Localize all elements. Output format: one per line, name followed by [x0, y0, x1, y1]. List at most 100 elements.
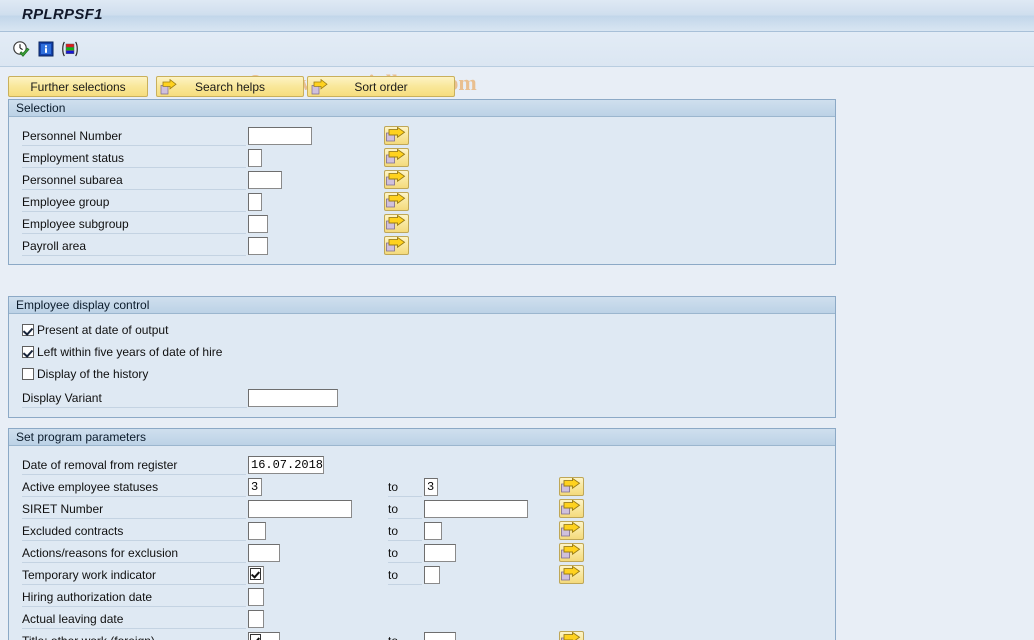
field-row: Personnel subarea	[9, 170, 835, 192]
field-label: SIRET Number	[22, 502, 104, 516]
to-separator	[388, 496, 422, 497]
multiple-selection-button[interactable]	[384, 148, 409, 167]
field-label: Employment status	[22, 151, 125, 165]
field-input[interactable]	[248, 566, 264, 584]
to-label: to	[388, 546, 399, 560]
set-program-parameters-panel: Set program parameters Date of removal f…	[8, 428, 836, 640]
page-title: RPLRPSF1	[22, 6, 103, 23]
field-label: Temporary work indicator	[22, 568, 157, 582]
checkbox-row[interactable]: Present at date of output	[22, 321, 168, 339]
field-input[interactable]	[248, 149, 262, 167]
multiple-selection-button[interactable]	[559, 521, 584, 540]
field-label: Payroll area	[22, 239, 87, 253]
multiple-selection-button[interactable]	[559, 631, 584, 640]
field-input[interactable]	[248, 632, 280, 640]
field-label: Actions/reasons for exclusion	[22, 546, 179, 560]
to-separator	[388, 518, 422, 519]
checkbox[interactable]	[22, 324, 34, 336]
field-separator	[22, 189, 246, 190]
selection-panel-title: Selection	[9, 100, 835, 117]
multiple-selection-button[interactable]	[384, 214, 409, 233]
field-input[interactable]: 3	[248, 478, 262, 496]
checkbox-label: Present at date of output	[37, 323, 169, 337]
checkbox[interactable]	[22, 368, 34, 380]
multiple-selection-button[interactable]	[384, 126, 409, 145]
checkbox-row[interactable]: Display of the history	[22, 365, 148, 383]
sort-order-button[interactable]: Sort order	[307, 76, 455, 97]
field-label: Employee subgroup	[22, 217, 129, 231]
sort-order-label: Sort order	[354, 79, 408, 94]
field-value: 16.07.2018	[251, 458, 324, 472]
field-input[interactable]	[248, 127, 312, 145]
to-label: to	[388, 480, 399, 494]
field-input[interactable]	[248, 588, 264, 606]
further-selections-button[interactable]: Further selections	[8, 76, 148, 97]
info-icon[interactable]	[35, 38, 57, 60]
field-value: 3	[251, 480, 259, 494]
color-bars-icon[interactable]	[59, 38, 81, 60]
field-row: Actual leaving date	[9, 609, 835, 631]
field-input[interactable]: 16.07.2018	[248, 456, 324, 474]
field-row: Personnel Number	[9, 126, 835, 148]
to-label: to	[388, 524, 399, 538]
multiple-selection-button[interactable]	[559, 565, 584, 584]
field-separator	[22, 496, 246, 497]
employee-display-control-panel: Employee display control Present at date…	[8, 296, 836, 418]
multiple-selection-button[interactable]	[384, 236, 409, 255]
checkbox-row[interactable]: Left within five years of date of hire	[22, 343, 222, 361]
search-helps-button[interactable]: Search helps	[156, 76, 304, 97]
field-row: SIRET Number to	[9, 499, 835, 521]
execute-icon[interactable]	[10, 38, 32, 60]
field-input[interactable]	[248, 171, 282, 189]
field-row: Employee subgroup	[9, 214, 835, 236]
field-separator	[22, 540, 246, 541]
field-row: Actions/reasons for exclusion to	[9, 543, 835, 565]
field-separator	[22, 145, 246, 146]
window-title-bar: RPLRPSF1	[0, 0, 1034, 32]
multiple-selection-button[interactable]	[559, 499, 584, 518]
to-field-input[interactable]	[424, 500, 528, 518]
field-label: Personnel Number	[22, 129, 123, 143]
field-separator	[22, 584, 246, 585]
field-input[interactable]	[248, 193, 262, 211]
search-helps-label: Search helps	[194, 79, 266, 94]
to-separator	[388, 540, 422, 541]
checkbox[interactable]	[22, 346, 34, 358]
field-input[interactable]	[248, 237, 268, 255]
field-label: Hiring authorization date	[22, 590, 153, 604]
to-field-input[interactable]	[424, 632, 456, 640]
field-label: Title: other work (foreign)	[22, 634, 155, 640]
sap-selection-screen: RPLRPSF1 Further selections Search helps…	[0, 0, 1034, 640]
multiple-selection-button[interactable]	[559, 477, 584, 496]
field-input[interactable]	[248, 522, 266, 540]
arrow-right-icon	[311, 79, 328, 95]
field-row: Hiring authorization date	[9, 587, 835, 609]
toolbar: © www.tutorialkart.com	[0, 32, 1034, 95]
field-label: Date of removal from register	[22, 458, 178, 472]
field-input[interactable]	[248, 500, 352, 518]
field-separator	[22, 233, 246, 234]
field-separator	[22, 518, 246, 519]
to-field-input[interactable]	[424, 566, 440, 584]
field-row: Title: other work (foreign) to	[9, 631, 835, 640]
field-separator	[22, 167, 246, 168]
display-variant-label: Display Variant	[22, 391, 102, 405]
multiple-selection-button[interactable]	[559, 543, 584, 562]
to-field-input[interactable]: 3	[424, 478, 438, 496]
arrow-right-icon	[160, 79, 177, 95]
field-input[interactable]	[248, 610, 264, 628]
to-field-input[interactable]	[424, 544, 456, 562]
multiple-selection-button[interactable]	[384, 170, 409, 189]
checkbox-glyph-icon	[250, 634, 261, 640]
field-input[interactable]	[248, 215, 268, 233]
multiple-selection-button[interactable]	[384, 192, 409, 211]
to-field-input[interactable]	[424, 522, 442, 540]
display-variant-input[interactable]	[248, 389, 338, 407]
to-label: to	[388, 634, 398, 640]
field-input[interactable]	[248, 544, 280, 562]
checkbox-label: Display of the history	[37, 367, 149, 381]
selection-fields: Personnel Number Employment status Personn…	[9, 117, 835, 264]
field-label: Personnel subarea	[22, 173, 123, 187]
field-row: Temporary work indicator to	[9, 565, 835, 587]
employee-display-control-title: Employee display control	[9, 297, 835, 314]
